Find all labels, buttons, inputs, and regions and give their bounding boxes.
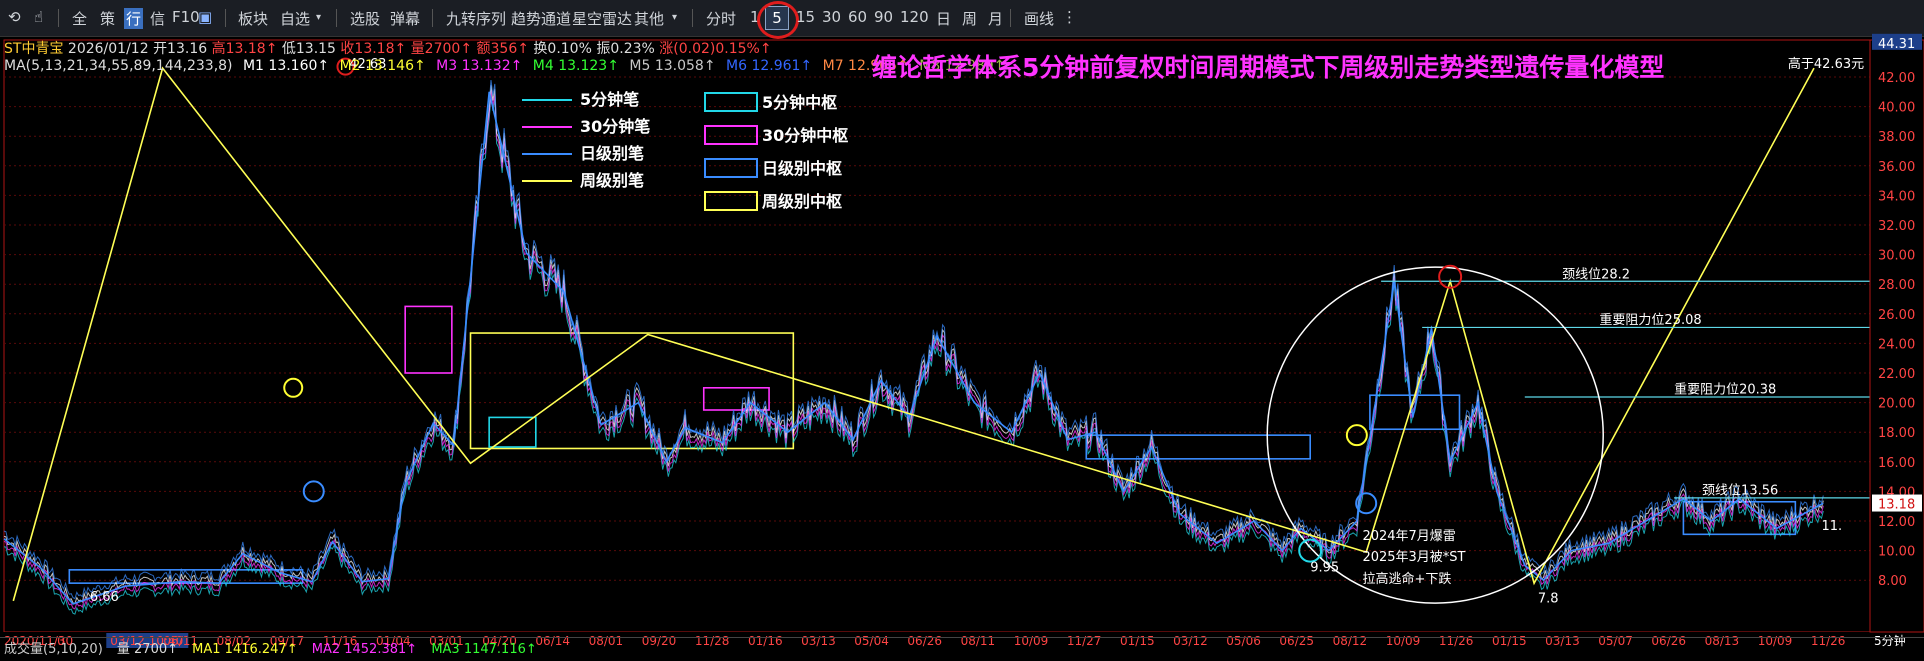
- quote-low: 低13.15: [281, 41, 336, 57]
- annotation-label: 颈线位13.56: [1702, 483, 1778, 498]
- y-tick-label: 30.00: [1878, 249, 1915, 264]
- daily-bi-line: [3, 91, 1824, 605]
- y-tick-label: 18.00: [1878, 426, 1915, 441]
- legend-box-swatch: [704, 158, 758, 178]
- y-tick-label: 40.00: [1878, 101, 1915, 116]
- annotation-label: 2025年3月被*ST: [1362, 550, 1465, 565]
- legend-box-swatch: [704, 191, 758, 211]
- y-tick-label: 28.00: [1878, 278, 1915, 293]
- y-tick-label: 20.00: [1878, 397, 1915, 412]
- quote-volume: 量2700↑: [410, 41, 473, 57]
- ma-item-1: M1 13.160↑: [242, 58, 330, 74]
- annotation-label: 高于42.63元: [1788, 56, 1864, 72]
- annotation-label: 6.66: [90, 590, 119, 605]
- legend-box-swatch: [704, 92, 758, 112]
- current-price-label: 13.18: [1878, 498, 1915, 513]
- legend-line-label: 周级别笔: [580, 171, 644, 190]
- annotation-label: 11.: [1821, 519, 1842, 534]
- price-line-1: [3, 95, 1824, 615]
- quote-change: 涨(0.02)0.15%↑: [659, 41, 772, 57]
- vol-ma2: MA2 1452.381↑: [311, 642, 418, 657]
- y-tick-label: 8.00: [1878, 574, 1907, 589]
- price-line-2: [3, 90, 1824, 610]
- y-tick-label: 44.31: [1878, 37, 1915, 52]
- legend-box-swatch: [704, 125, 758, 145]
- volume-value: 量 2700↑: [116, 642, 179, 657]
- legend-box-label: 5分钟中枢: [762, 93, 837, 112]
- zhongshu-box: [404, 305, 453, 374]
- annotation-label: 2024年7月爆雷: [1362, 529, 1455, 544]
- marker-circle: [283, 377, 304, 398]
- y-tick-label: 16.00: [1878, 456, 1915, 471]
- y-tick-label: 26.00: [1878, 308, 1915, 323]
- annotation-label: 拉高逃命+下跌: [1362, 571, 1451, 587]
- stock-name: ST中青宝: [4, 41, 64, 57]
- annotation-label: 7.8: [1538, 591, 1559, 606]
- quote-line: ST中青宝 2026/01/12 开13.16 高13.18↑ 低13.15 收…: [4, 38, 772, 58]
- y-tick-label: 32.00: [1878, 219, 1915, 234]
- y-axis-panel: [1869, 39, 1924, 633]
- legend-line-label: 日级别笔: [580, 144, 644, 163]
- legend-box-label: 日级别中枢: [762, 159, 842, 178]
- legend-line-label: 5分钟笔: [580, 90, 639, 109]
- legend-line-label: 30分钟笔: [580, 117, 650, 136]
- annotation-label: 重要阻力位25.08: [1599, 312, 1701, 328]
- quote-open: 开13.16: [153, 41, 208, 57]
- y-tick-label: 12.00: [1878, 515, 1915, 530]
- marker-circle: [1345, 424, 1368, 447]
- y-tick-label: 24.00: [1878, 337, 1915, 352]
- ma-item-4: M4 13.123↑: [528, 58, 619, 74]
- ma-line: MA(5,13,21,34,55,89,144,233,8) M1 13.160…: [4, 58, 1005, 74]
- annotation-label: 重要阻力位20.38: [1674, 382, 1776, 398]
- volume-label: 成交量(5,10,20): [4, 642, 103, 657]
- annotation-label: 颈线位28.2: [1562, 267, 1630, 282]
- zhongshu-box: [1085, 434, 1312, 460]
- y-tick-label: 34.00: [1878, 189, 1915, 204]
- quote-date: 2026/01/12: [67, 41, 149, 57]
- annotation-label: 9.95: [1310, 560, 1339, 575]
- vol-ma1: MA1 1416.247↑: [192, 642, 298, 657]
- y-tick-label: 42.00: [1878, 71, 1915, 86]
- legend-box-label: 周级别中枢: [762, 192, 842, 211]
- ma-label: MA(5,13,21,34,55,89,144,233,8): [4, 58, 233, 74]
- y-tick-label: 10.00: [1878, 545, 1915, 560]
- quote-high: 高13.18↑: [211, 41, 278, 57]
- legend-box-label: 30分钟中枢: [762, 126, 848, 145]
- headline-title: 缠论哲学体系5分钟前复权时间周期模式下周级别走势类型遗传量化模型: [872, 53, 1665, 82]
- chart-canvas: 42.636.669.957.8高于42.63元颈线位28.2重要阻力位25.0…: [0, 33, 1924, 648]
- y-tick-label: 22.00: [1878, 367, 1915, 382]
- y-tick-label: 36.00: [1878, 160, 1915, 175]
- y-tick-label: 38.00: [1878, 130, 1915, 145]
- price-line-3: [3, 85, 1824, 605]
- vol-ma3: MA3 1147.116↑: [431, 642, 537, 657]
- ma-item-2: M2 13.146↑: [335, 58, 426, 74]
- zhongshu-box: [469, 332, 795, 450]
- volume-bar: 成交量(5,10,20) 量 2700↑ MA1 1416.247↑ MA2 1…: [0, 637, 1924, 661]
- weekly-bi-line: [12, 66, 1815, 602]
- quote-amount: 额356↑: [476, 41, 529, 57]
- ma-item-3: M3 13.132↑: [431, 58, 523, 74]
- ma-item-5: M5 13.058↑: [624, 58, 716, 74]
- quote-amplitude: 振0.23%: [596, 41, 655, 57]
- quote-close: 收13.18↑: [340, 41, 407, 57]
- quote-turnover: 换0.10%: [533, 41, 592, 57]
- ma-item-6: M6 12.961↑: [721, 58, 813, 74]
